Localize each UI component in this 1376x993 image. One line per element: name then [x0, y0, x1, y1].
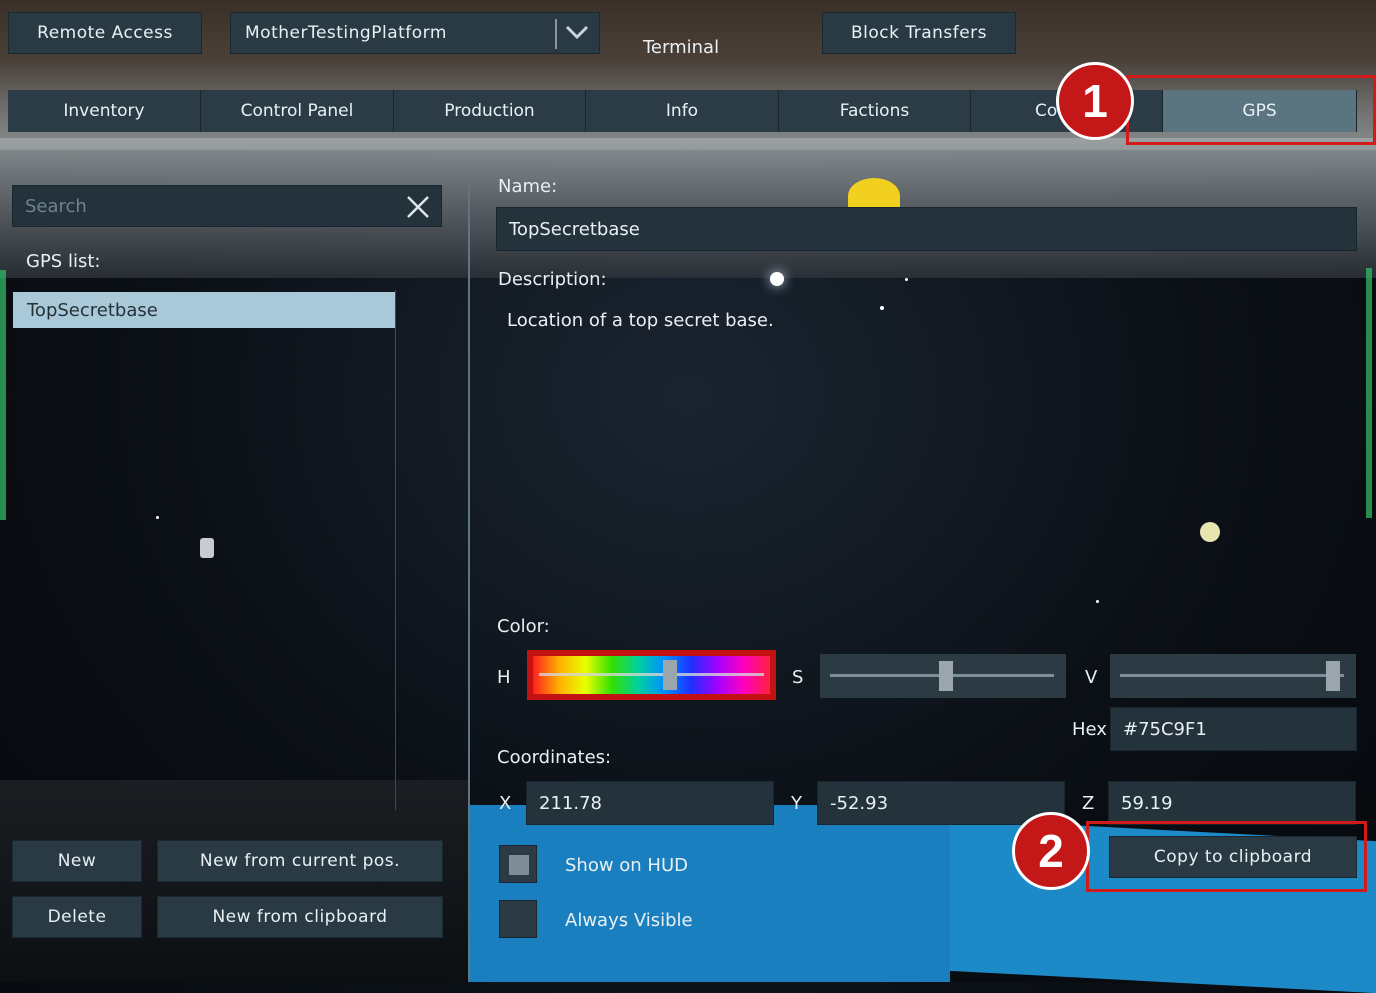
description-field[interactable]: Location of a top secret base. — [496, 300, 1357, 600]
annotation-number-badge: 1 — [1056, 62, 1134, 140]
search-input[interactable]: Search — [12, 185, 442, 227]
value-slider-knob[interactable] — [1325, 661, 1340, 691]
tab-control-panel[interactable]: Control Panel — [201, 90, 394, 132]
annotation-highlight-gps-tab — [1126, 75, 1376, 145]
x-label: X — [499, 793, 512, 814]
terminal-title: Terminal — [643, 37, 720, 58]
delete-button[interactable]: Delete — [12, 896, 142, 938]
v-label: V — [1085, 667, 1098, 688]
tab-inventory[interactable]: Inventory — [8, 90, 201, 132]
grid-selector-value: MotherTestingPlatform — [245, 23, 447, 43]
remote-access-button[interactable]: Remote Access — [8, 12, 202, 54]
description-text: Location of a top secret base. — [507, 310, 774, 331]
close-icon[interactable] — [405, 194, 431, 225]
green-edge-left — [0, 270, 6, 520]
hue-slider-knob[interactable] — [662, 660, 677, 690]
cockpit-blue-screen — [470, 805, 950, 982]
hex-input[interactable]: #75C9F1 — [1110, 707, 1357, 751]
x-coordinate-input[interactable]: 211.78 — [526, 781, 774, 825]
show-on-hud-checkbox[interactable] — [499, 845, 537, 883]
chevron-down-icon[interactable] — [563, 18, 591, 51]
new-from-clipboard-button[interactable]: New from clipboard — [157, 896, 443, 938]
star — [905, 278, 908, 281]
tab-production[interactable]: Production — [394, 90, 586, 132]
tab-info[interactable]: Info — [586, 90, 779, 132]
list-item[interactable]: TopSecretbase — [13, 292, 395, 328]
saturation-slider[interactable] — [820, 654, 1066, 698]
value-track — [1120, 674, 1344, 677]
grid-selector-dropdown[interactable]: MotherTestingPlatform — [230, 12, 600, 54]
name-label: Name: — [498, 176, 558, 197]
hue-slider[interactable] — [527, 650, 776, 700]
z-label: Z — [1082, 793, 1095, 814]
tab-factions[interactable]: Factions — [779, 90, 971, 132]
panel-divider — [468, 176, 470, 982]
y-label: Y — [791, 793, 802, 814]
s-label: S — [792, 667, 804, 688]
checkbox-mark — [509, 855, 529, 875]
green-edge-right — [1366, 268, 1372, 518]
z-coordinate-input[interactable]: 59.19 — [1108, 781, 1356, 825]
new-button[interactable]: New — [12, 840, 142, 882]
name-field[interactable]: TopSecretbase — [496, 207, 1357, 251]
new-from-current-pos-button[interactable]: New from current pos. — [157, 840, 443, 882]
saturation-slider-knob[interactable] — [939, 661, 954, 691]
dropdown-divider — [555, 19, 557, 49]
star — [1096, 600, 1099, 603]
coordinates-label: Coordinates: — [497, 747, 612, 768]
gps-list: TopSecretbase — [12, 290, 396, 810]
h-label: H — [497, 667, 511, 688]
always-visible-checkbox[interactable] — [499, 900, 537, 938]
annotation-highlight-copy-button — [1086, 821, 1367, 892]
annotation-number-badge: 2 — [1012, 812, 1090, 890]
search-placeholder: Search — [25, 195, 87, 217]
description-label: Description: — [498, 269, 607, 290]
hex-label: Hex — [1072, 719, 1107, 740]
show-on-hud-label: Show on HUD — [565, 855, 689, 876]
color-label: Color: — [497, 616, 550, 637]
gps-list-label: GPS list: — [26, 251, 101, 272]
block-transfers-button[interactable]: Block Transfers — [822, 12, 1016, 54]
always-visible-label: Always Visible — [565, 910, 693, 931]
value-slider[interactable] — [1110, 654, 1356, 698]
hue-track — [539, 673, 764, 676]
star-bright — [770, 272, 784, 286]
